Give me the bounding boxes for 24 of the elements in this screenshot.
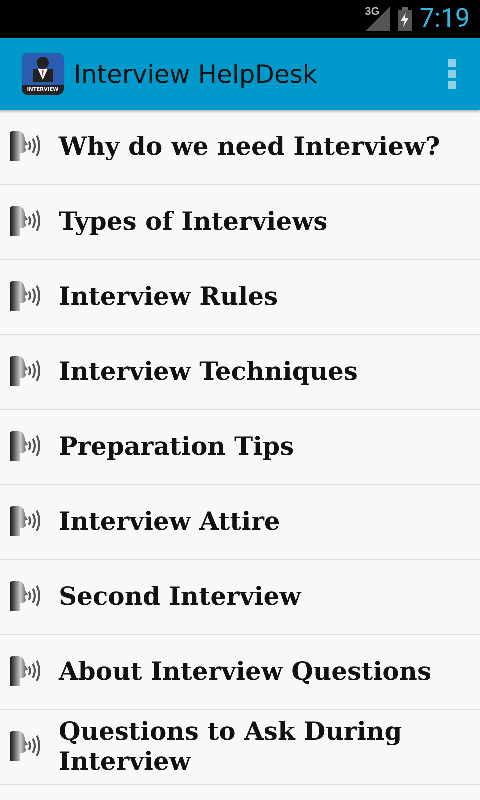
- battery-icon: [398, 7, 412, 31]
- topic-item[interactable]: Interview Techniques: [0, 335, 480, 410]
- speaking-head-icon: [8, 655, 42, 689]
- topic-item[interactable]: Second Interview: [0, 560, 480, 635]
- speaking-head-icon: [8, 130, 42, 164]
- topic-item[interactable]: Preparation Tips: [0, 410, 480, 485]
- signal-icon: [366, 7, 390, 31]
- speaking-head-icon: [8, 355, 42, 389]
- topic-item[interactable]: Questions to Ask During Interview: [0, 710, 480, 785]
- network-label: 3G: [365, 6, 380, 18]
- speaking-head-icon: [8, 505, 42, 539]
- speaking-head-icon: [8, 280, 42, 314]
- topic-item[interactable]: Interview Attire: [0, 485, 480, 560]
- person-icon: [30, 56, 56, 82]
- clock-time: 7:19: [420, 4, 470, 34]
- topic-item[interactable]: About Interview Questions: [0, 635, 480, 710]
- app-title: Interview HelpDesk: [74, 60, 318, 88]
- topic-item[interactable]: Types of Interviews: [0, 185, 480, 260]
- speaking-head-icon: [8, 730, 42, 764]
- topic-item[interactable]: Why do we need Interview?: [0, 110, 480, 185]
- topic-item[interactable]: Interview Rules: [0, 260, 480, 335]
- speaking-head-icon: [8, 580, 42, 614]
- speaking-head-icon: [8, 430, 42, 464]
- speaking-head-icon: [8, 205, 42, 239]
